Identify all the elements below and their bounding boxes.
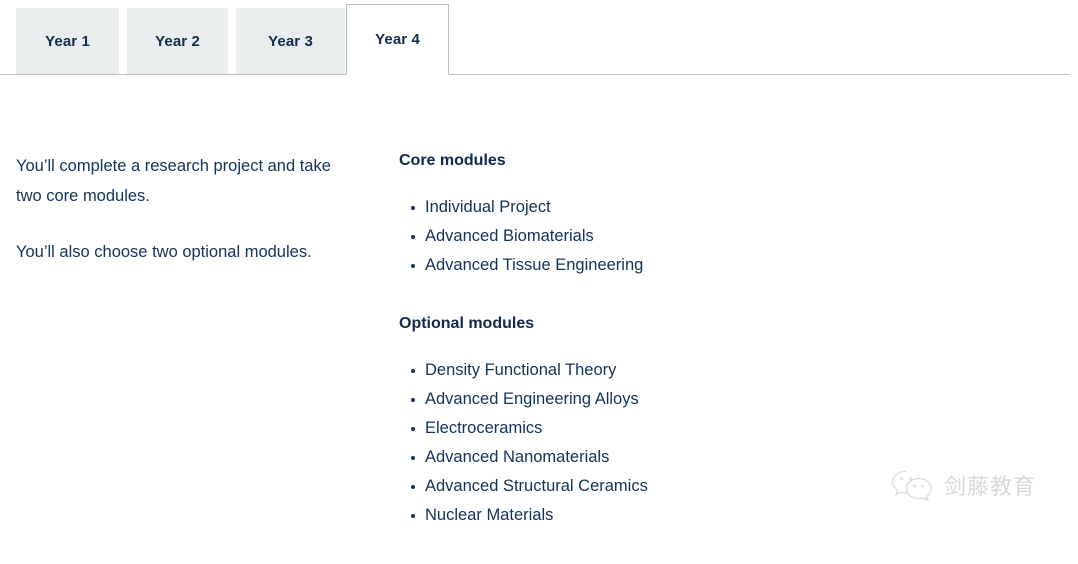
tab-year-1[interactable]: Year 1: [16, 8, 119, 75]
optional-modules-heading: Optional modules: [399, 315, 535, 332]
tab-year-3[interactable]: Year 3: [236, 8, 345, 75]
tab-year-2[interactable]: Year 2: [127, 8, 228, 75]
list-item: Density Functional Theory: [411, 356, 819, 385]
list-item: Individual Project: [411, 193, 819, 222]
list-item: Advanced Tissue Engineering: [411, 251, 819, 280]
intro-paragraph-1: You’ll complete a research project and t…: [16, 157, 331, 205]
modules-column: Core modules Individual Project Advanced…: [399, 151, 819, 564]
tab-year-3-label: Year 3: [268, 33, 313, 50]
core-modules-list: Individual Project Advanced Biomaterials…: [399, 193, 819, 280]
list-item: Electroceramics: [411, 414, 819, 443]
year-tab-bar: Year 1 Year 2 Year 3 Year 4: [0, 0, 1078, 75]
list-item: Advanced Biomaterials: [411, 222, 819, 251]
tab-year-1-label: Year 1: [45, 33, 90, 50]
intro-paragraph-2: You’ll also choose two optional modules.: [16, 243, 312, 261]
optional-modules-list: Density Functional Theory Advanced Engin…: [399, 356, 819, 530]
list-item: Advanced Structural Ceramics: [411, 472, 819, 501]
list-item: Advanced Engineering Alloys: [411, 385, 819, 414]
list-item: Nuclear Materials: [411, 501, 819, 530]
tab-year-4-label: Year 4: [375, 31, 420, 48]
list-item: Advanced Nanomaterials: [411, 443, 819, 472]
tab-year-2-label: Year 2: [155, 33, 200, 50]
tab-year-4[interactable]: Year 4: [346, 4, 449, 75]
intro-column: You’ll complete a research project and t…: [16, 151, 356, 267]
core-modules-heading: Core modules: [399, 152, 506, 169]
tab-panel-year-4: You’ll complete a research project and t…: [0, 75, 1078, 539]
